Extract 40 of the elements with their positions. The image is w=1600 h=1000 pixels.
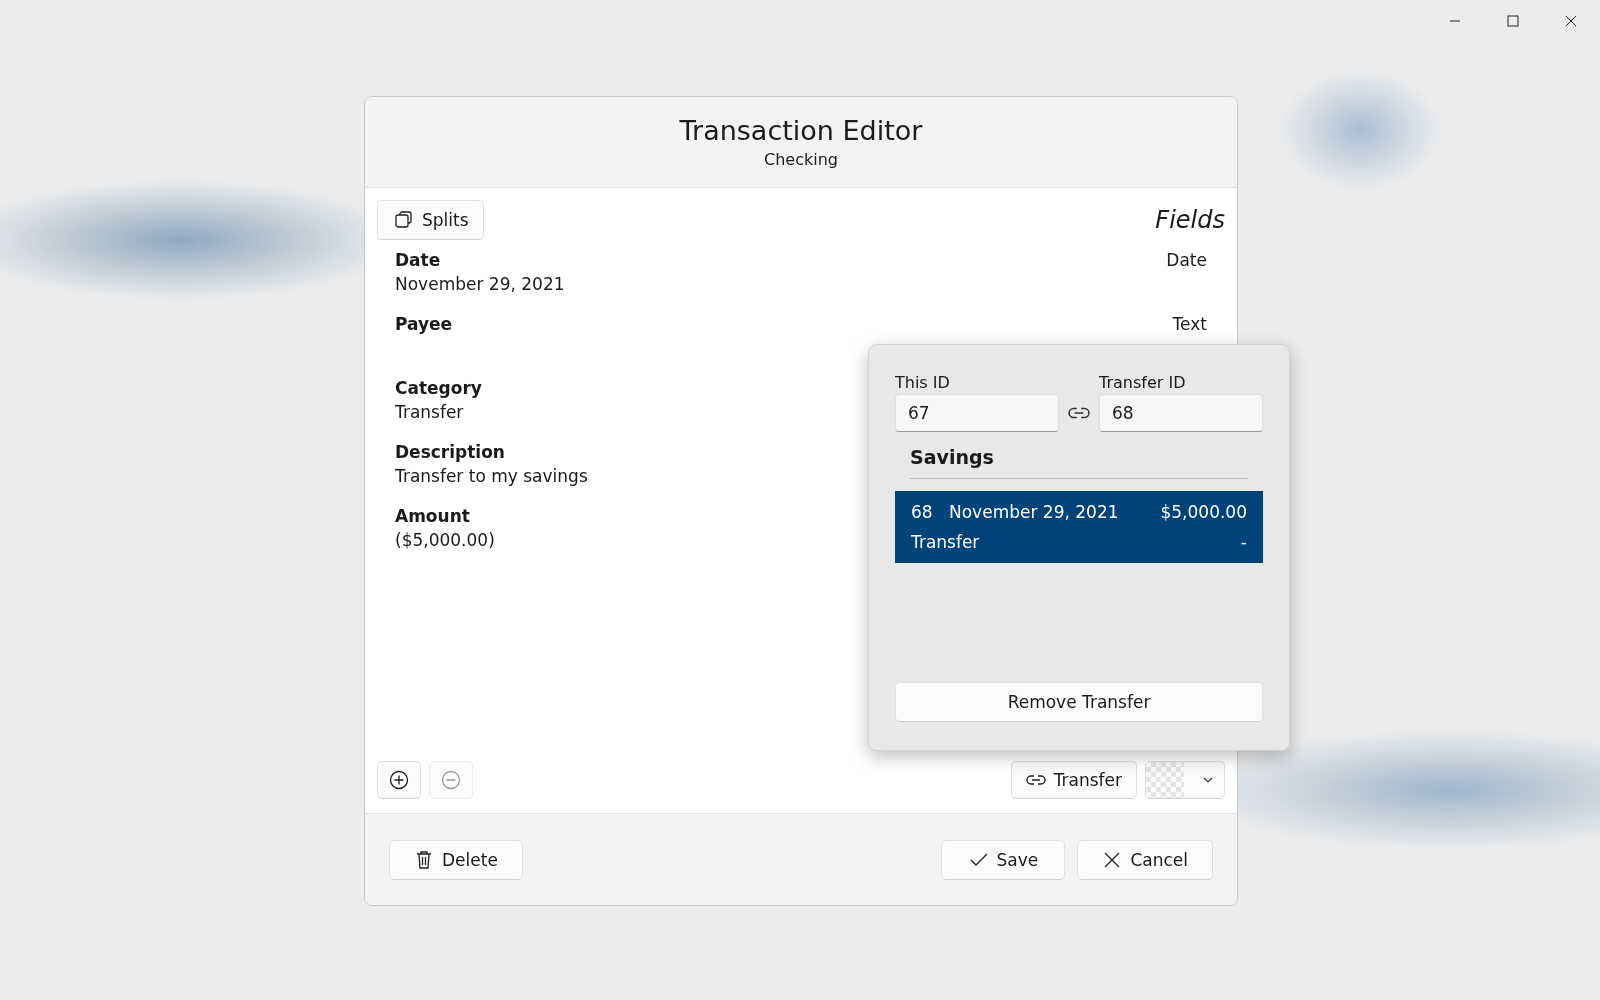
transaction-category: Transfer	[911, 532, 980, 552]
field-value: Transfer to my savings	[395, 466, 588, 486]
field-label: Date	[395, 250, 441, 270]
cancel-button[interactable]: Cancel	[1077, 839, 1213, 880]
field-label: This ID	[895, 373, 951, 392]
splits-button[interactable]: Splits	[377, 200, 484, 240]
transaction-note: -	[1240, 532, 1247, 552]
dialog-title: Transaction Editor	[679, 115, 923, 146]
this-id-field[interactable]: 67	[895, 394, 1059, 432]
field-label: Description	[395, 442, 505, 462]
transaction-amount: $5,000.00	[1160, 502, 1247, 522]
transfer-id-field[interactable]: 68	[1099, 394, 1263, 432]
fields-heading: Fields	[1155, 206, 1225, 234]
field-label: Category	[395, 378, 482, 398]
transparent-swatch	[1146, 762, 1184, 798]
minus-circle-icon	[441, 770, 461, 790]
remove-transfer-button[interactable]: Remove Transfer	[895, 682, 1263, 722]
field-value: November 29, 2021	[395, 274, 565, 294]
field-value: Transfer	[395, 402, 464, 422]
delete-button[interactable]: Delete	[389, 839, 523, 880]
account-heading: Savings	[910, 446, 995, 468]
field-label: Amount	[395, 506, 470, 526]
field-type: Date	[1166, 250, 1207, 270]
stacked-squares-icon	[394, 210, 414, 230]
transaction-date: November 29, 2021	[949, 502, 1119, 522]
field-label: Payee	[395, 314, 453, 334]
trash-icon	[414, 849, 434, 870]
plus-circle-icon	[389, 770, 409, 790]
field-value: ($5,000.00)	[395, 530, 495, 550]
field-label: Transfer ID	[1099, 373, 1187, 392]
close-icon[interactable]	[1565, 15, 1577, 27]
field-type: Text	[1172, 314, 1207, 334]
color-picker-button[interactable]	[1145, 761, 1225, 799]
transaction-id: 68	[911, 502, 934, 522]
add-button[interactable]	[377, 761, 421, 799]
save-button[interactable]: Save	[941, 839, 1066, 880]
transaction-list-item[interactable]: 68 November 29, 2021 $5,000.00 Transfer -	[895, 491, 1263, 563]
transfer-button[interactable]: Transfer	[1010, 761, 1137, 799]
dialog-subtitle: Checking	[764, 150, 838, 169]
maximize-icon[interactable]	[1507, 15, 1519, 27]
